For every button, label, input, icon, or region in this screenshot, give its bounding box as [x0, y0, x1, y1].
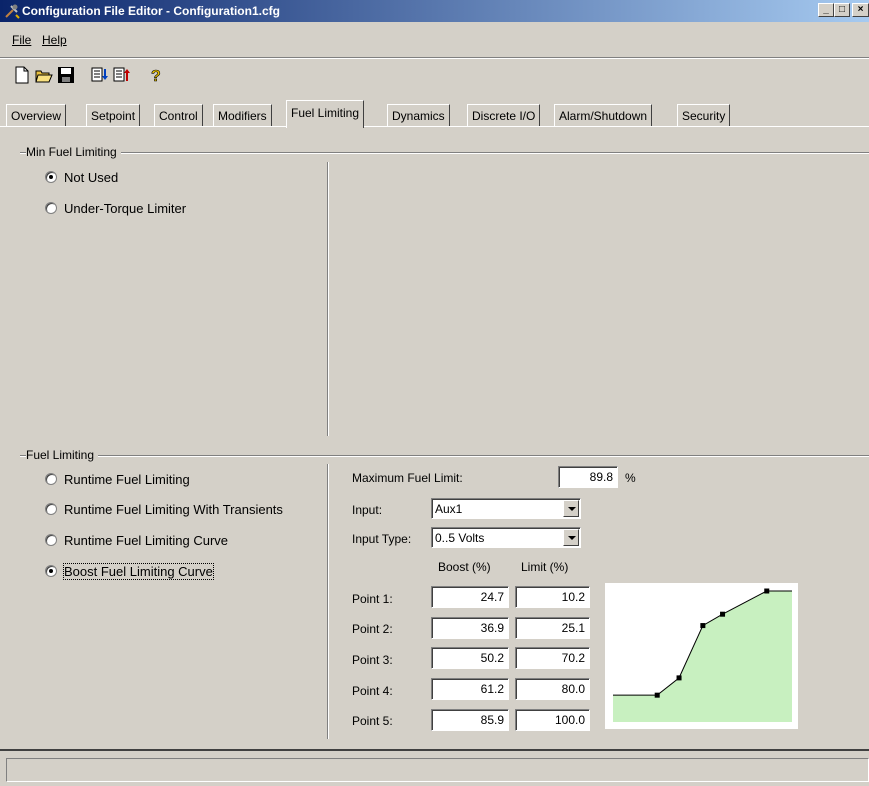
- svg-text:?: ?: [151, 68, 161, 84]
- import-icon: [91, 67, 108, 82]
- radio-runtime-curve-label: Runtime Fuel Limiting Curve: [64, 533, 229, 548]
- point-1-boost-field[interactable]: 24.7: [431, 586, 509, 608]
- menu-help-label: Help: [42, 33, 67, 47]
- point-4-limit-field[interactable]: 80.0: [515, 678, 590, 700]
- menu-file-label: File: [12, 33, 32, 47]
- input-select-value: Aux1: [435, 502, 463, 516]
- radio-under-torque-label: Under-Torque Limiter: [64, 201, 187, 216]
- tab-fuel-limiting[interactable]: Fuel Limiting: [286, 100, 365, 128]
- point-2-boost-field[interactable]: 36.9: [431, 617, 509, 639]
- point-3-boost-field[interactable]: 50.2: [431, 647, 509, 669]
- radio-boost-curve-dot: [49, 569, 53, 573]
- tab-alarm-shutdown[interactable]: Alarm/Shutdown: [554, 104, 653, 127]
- close-button[interactable]: ×: [852, 3, 869, 17]
- radio-under-torque-circle: [45, 202, 57, 214]
- radio-runtime-circle: [45, 473, 57, 485]
- curve-point-1: [654, 692, 660, 698]
- fuel-limiting-divider: [327, 464, 329, 739]
- export-button[interactable]: [111, 64, 133, 86]
- tab-overview[interactable]: Overview: [6, 104, 67, 127]
- min-fuel-group-title: Min Fuel Limiting: [26, 145, 121, 159]
- help-icon: ?: [151, 68, 161, 84]
- radio-boost-curve-label: Boost Fuel Limiting Curve: [63, 563, 214, 580]
- point-2-label: Point 2:: [352, 622, 393, 636]
- point-1-limit-field[interactable]: 10.2: [515, 586, 590, 608]
- point-5-label: Point 5:: [352, 714, 393, 728]
- point-5-limit-field[interactable]: 100.0: [515, 709, 590, 731]
- limit-column-header: Limit (%): [521, 560, 569, 574]
- radio-not-used-circle: [45, 171, 57, 183]
- max-fuel-limit-unit: %: [625, 471, 636, 485]
- radio-transients-label: Runtime Fuel Limiting With Transients: [64, 502, 283, 517]
- curve-point-4: [720, 611, 726, 617]
- tab-setpoint[interactable]: Setpoint: [86, 104, 141, 127]
- min-fuel-group-border: [20, 152, 869, 154]
- tab-control[interactable]: Control: [154, 104, 203, 127]
- boost-fuel-limit-chart: [605, 583, 798, 729]
- window-title: Configuration File Editor - Configuratio…: [22, 4, 280, 18]
- point-5-boost-field[interactable]: 85.9: [431, 709, 509, 731]
- export-icon: [113, 67, 130, 82]
- tab-security[interactable]: Security: [677, 104, 731, 127]
- save-icon: [58, 67, 74, 83]
- point-3-label: Point 3:: [352, 653, 393, 667]
- radio-runtime-curve-circle: [45, 534, 57, 546]
- curve-point-3: [700, 623, 706, 629]
- point-4-boost-field[interactable]: 61.2: [431, 678, 509, 700]
- app-tools-icon: [5, 4, 20, 19]
- max-fuel-limit-label: Maximum Fuel Limit:: [352, 471, 463, 485]
- boost-column-header: Boost (%): [438, 560, 491, 574]
- curve-point-2: [676, 675, 682, 681]
- radio-boost-curve-circle: [45, 565, 57, 577]
- tab-strip-border: [0, 126, 869, 127]
- input-type-label: Input Type:: [352, 532, 412, 546]
- tab-dynamics[interactable]: Dynamics: [387, 104, 450, 127]
- point-3-limit-field[interactable]: 70.2: [515, 647, 590, 669]
- curve-point-5: [764, 588, 770, 594]
- chevron-down-icon[interactable]: [563, 500, 579, 517]
- point-4-label: Point 4:: [352, 684, 393, 698]
- toolbar-separator: [0, 57, 869, 59]
- tab-modifiers[interactable]: Modifiers: [213, 104, 272, 127]
- new-file-button[interactable]: [11, 64, 33, 86]
- open-file-button[interactable]: [33, 64, 55, 86]
- fuel-limiting-group-border: [20, 455, 869, 457]
- point-2-limit-field[interactable]: 25.1: [515, 617, 590, 639]
- radio-transients-circle: [45, 503, 57, 515]
- maximize-button[interactable]: □: [834, 3, 850, 17]
- menu-file[interactable]: File: [12, 33, 31, 47]
- status-bar: [6, 758, 869, 782]
- input-type-select[interactable]: 0..5 Volts: [431, 527, 581, 548]
- tab-discrete-io[interactable]: Discrete I/O: [467, 104, 541, 127]
- status-separator: [0, 749, 869, 751]
- radio-runtime-label: Runtime Fuel Limiting: [64, 472, 190, 487]
- open-folder-icon: [35, 70, 53, 83]
- minimize-button[interactable]: _: [818, 3, 834, 17]
- point-1-label: Point 1:: [352, 592, 393, 606]
- menu-help[interactable]: Help: [42, 33, 67, 47]
- input-select[interactable]: Aux1: [431, 498, 581, 519]
- import-button[interactable]: [89, 64, 111, 86]
- input-type-select-value: 0..5 Volts: [435, 531, 485, 545]
- radio-not-used-label: Not Used: [64, 170, 119, 185]
- fuel-limiting-group-title: Fuel Limiting: [26, 448, 99, 462]
- save-button[interactable]: [55, 64, 77, 86]
- max-fuel-limit-field[interactable]: 89.8: [558, 466, 618, 488]
- min-fuel-divider: [327, 162, 329, 436]
- input-label: Input:: [352, 503, 383, 517]
- chevron-down-icon[interactable]: [563, 529, 579, 546]
- new-file-icon: [15, 66, 29, 84]
- radio-not-used-dot: [49, 175, 53, 179]
- help-button[interactable]: ?: [145, 64, 167, 86]
